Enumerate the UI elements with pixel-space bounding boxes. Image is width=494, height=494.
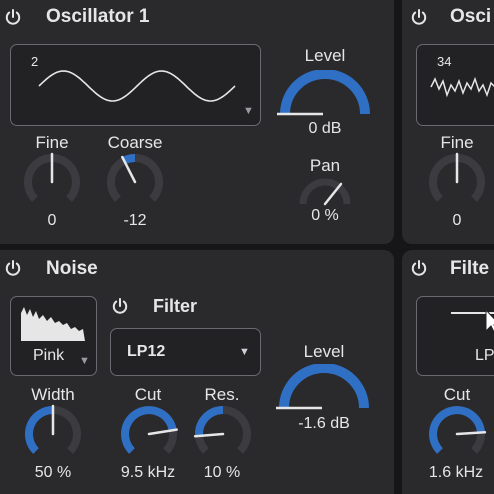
- level-knob[interactable]: [277, 70, 373, 120]
- mouse-cursor-icon: [485, 309, 494, 334]
- knob-track: [107, 154, 163, 202]
- knob-value-arc: [24, 405, 54, 454]
- oscillator-1-title: Oscillator 1: [46, 6, 150, 27]
- coarse-label: Coarse: [107, 133, 163, 152]
- cut-value: 1.6 kHz: [428, 464, 484, 481]
- cut-value: 9.5 kHz: [120, 464, 176, 481]
- fine-knob[interactable]: [425, 152, 489, 212]
- waveform-icon: [38, 70, 236, 102]
- filter-level-value: -1.6 dB: [298, 415, 350, 432]
- fine-label: Fine: [35, 133, 69, 152]
- pan-label: Pan: [309, 156, 341, 175]
- power-icon[interactable]: [410, 259, 428, 277]
- res-value: 10 %: [203, 464, 241, 481]
- power-icon[interactable]: [4, 259, 22, 277]
- filter-type-dropdown[interactable]: LP12 ▼: [110, 328, 261, 376]
- fine-value: 0: [47, 212, 57, 229]
- filter-2-response-display[interactable]: LP: [416, 296, 494, 376]
- waveform-display-2[interactable]: 34: [416, 44, 494, 126]
- pan-value: 0 %: [311, 207, 339, 224]
- filter-2-title: Filte: [450, 258, 490, 279]
- filter-level-knob[interactable]: [276, 364, 372, 414]
- noise-title: Noise: [46, 258, 98, 279]
- level-value: 0 dB: [308, 120, 342, 137]
- res-label: Res.: [204, 385, 240, 404]
- power-icon[interactable]: [410, 8, 428, 26]
- filter-title: Filter: [153, 296, 198, 316]
- fine-label: Fine: [440, 133, 474, 152]
- knob-value-arc: [429, 406, 485, 454]
- coarse-knob[interactable]: [103, 152, 167, 212]
- level-label: Level: [304, 46, 346, 65]
- res-knob[interactable]: [191, 404, 255, 464]
- width-label: Width: [31, 385, 75, 404]
- dropdown-triangle-icon[interactable]: ▼: [243, 105, 254, 117]
- dropdown-triangle-icon[interactable]: ▼: [79, 355, 90, 367]
- width-value: 50 %: [34, 464, 72, 481]
- dropdown-triangle-icon[interactable]: ▼: [239, 346, 250, 358]
- knob-value-arc: [122, 153, 136, 165]
- cut-knob[interactable]: [117, 404, 181, 464]
- power-icon[interactable]: [111, 297, 129, 315]
- fine-knob[interactable]: [20, 152, 84, 212]
- cut-knob[interactable]: [425, 404, 489, 464]
- pan-knob[interactable]: [299, 178, 351, 206]
- noise-color-value: Pink: [33, 347, 65, 364]
- oscillator-2-title: Osci: [450, 6, 492, 27]
- filter-level-label: Level: [303, 342, 345, 361]
- noise-spectrum-icon: [21, 307, 85, 341]
- width-knob[interactable]: [21, 404, 85, 464]
- cut-label: Cut: [134, 385, 162, 404]
- noise-color-selector[interactable]: Pink ▼: [10, 296, 97, 376]
- waveform-display[interactable]: 2 ▼: [10, 44, 261, 126]
- coarse-value: -12: [123, 212, 147, 229]
- filter-type-value: LP12: [127, 343, 166, 360]
- fine-value: 0: [452, 212, 462, 229]
- waveform-icon: [430, 76, 494, 98]
- knob-value-arc: [195, 406, 224, 437]
- filter-2-type-value: LP: [475, 347, 494, 364]
- power-icon[interactable]: [4, 8, 22, 26]
- cut-label: Cut: [443, 385, 471, 404]
